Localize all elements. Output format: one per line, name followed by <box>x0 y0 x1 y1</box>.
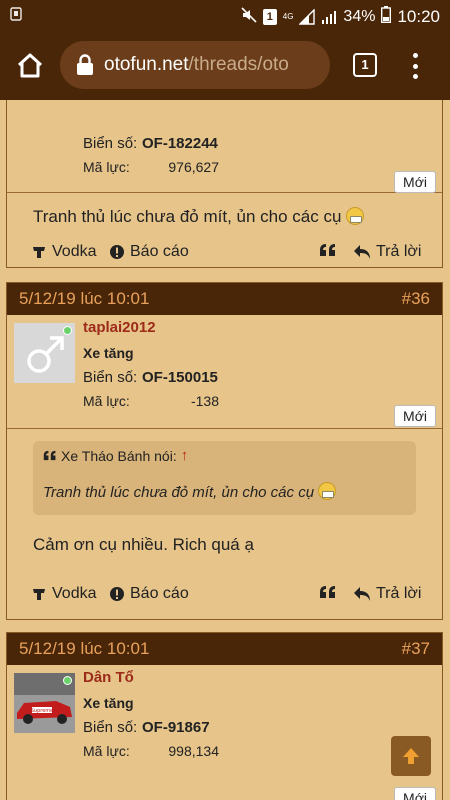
plate-label: Biển số: <box>83 369 138 386</box>
reply-icon <box>354 587 370 601</box>
go-to-quote-arrow-icon[interactable]: ↑ <box>181 447 189 464</box>
username-link[interactable]: taplai2012 <box>83 319 156 336</box>
network-type-label: 4G <box>282 12 294 21</box>
new-badge: Mới <box>394 405 436 427</box>
user-title: Xe tăng <box>83 695 134 711</box>
post-message: Tranh thủ lúc chưa đỏ mít, ủn cho các cụ <box>7 207 442 227</box>
post-message: Cảm ơn cụ nhiều. Rich quá ạ <box>33 535 254 554</box>
post-header: 5/12/19 lúc 10:01 #36 <box>7 283 442 315</box>
clock: 10:20 <box>397 7 440 26</box>
tab-switcher-button[interactable]: 1 <box>353 53 377 77</box>
horsepower-label: Mã lực: <box>83 159 130 175</box>
vodka-button[interactable]: Vodka <box>31 585 96 603</box>
quote-icon <box>43 450 56 461</box>
quote-icon <box>320 244 335 256</box>
svg-text:Supreme: Supreme <box>31 708 54 714</box>
url-path: /threads/oto <box>188 54 289 75</box>
mute-icon <box>241 6 257 28</box>
post-35: Biển số: OF-182244 Mã lực: 976,627 Mới T… <box>6 100 443 268</box>
reply-button[interactable]: Trả lời <box>353 585 421 603</box>
battery-level: 34% <box>343 8 376 25</box>
post-actions: Vodka Báo cáo Trả lời <box>7 585 442 609</box>
screenshot-icon <box>10 7 22 24</box>
quote-button[interactable] <box>319 585 337 599</box>
status-bar: 1 4G 34% 10:20 <box>0 0 450 32</box>
post-number[interactable]: #37 <box>402 639 430 659</box>
horsepower-value: 998,134 <box>168 743 219 759</box>
alert-icon <box>110 587 124 601</box>
plate-label: Biển số: <box>83 135 138 152</box>
arrow-up-icon <box>403 748 419 764</box>
address-bar[interactable]: otofun.net/threads/oto <box>60 41 330 89</box>
browser-menu-button[interactable] <box>405 50 425 82</box>
plate-number: OF-150015 <box>142 369 218 386</box>
plate-label: Biển số: <box>83 719 138 736</box>
plate-number: OF-182244 <box>142 135 218 152</box>
grin-emoji-icon <box>318 482 337 500</box>
post-header: 5/12/19 lúc 10:01 #37 <box>7 633 442 665</box>
scroll-to-top-button[interactable] <box>391 736 431 776</box>
plate-number: OF-91867 <box>142 719 210 736</box>
quote-button[interactable] <box>319 243 337 257</box>
home-button[interactable] <box>14 50 46 82</box>
avatar[interactable] <box>14 323 75 383</box>
reply-button[interactable]: Trả lời <box>353 243 421 261</box>
horsepower-label: Mã lực: <box>83 393 130 409</box>
url-host: otofun.net <box>104 54 189 75</box>
user-title: Xe tăng <box>83 345 134 361</box>
home-icon <box>17 53 43 78</box>
horsepower-value: -138 <box>190 393 219 409</box>
battery-icon <box>381 6 392 28</box>
horsepower-value: 976,627 <box>168 159 219 175</box>
new-badge: Mới <box>394 171 436 193</box>
avatar[interactable]: Supreme <box>14 673 75 733</box>
signal-icon <box>298 8 316 25</box>
quote-icon <box>320 586 335 598</box>
post-number[interactable]: #36 <box>402 289 430 309</box>
horsepower-label: Mã lực: <box>83 743 130 759</box>
quote-text: Tranh thủ lúc chưa đỏ mít, ủn cho các cụ <box>43 482 406 501</box>
online-indicator <box>63 676 72 685</box>
new-badge: Mới <box>394 787 436 800</box>
signal-icon-2 <box>321 9 337 25</box>
post-36: 5/12/19 lúc 10:01 #36 taplai2012 Xe tăng… <box>6 282 443 620</box>
username-link[interactable]: Dân Tổ <box>83 669 134 686</box>
post-37: 5/12/19 lúc 10:01 #37 Supreme Dân Tổ Xe … <box>6 632 443 800</box>
thread-content: Biển số: OF-182244 Mã lực: 976,627 Mới T… <box>0 100 450 800</box>
notification-count-badge: 1 <box>262 9 277 25</box>
browser-toolbar: otofun.net/threads/oto 1 <box>0 32 450 100</box>
user-info: Supreme Dân Tổ Xe tăng Biển số: OF-91867… <box>7 665 442 800</box>
quote-block: Xe Tháo Bánh nói: ↑ Tranh thủ lúc chưa đ… <box>33 441 416 515</box>
vodka-button[interactable]: Vodka <box>31 243 96 261</box>
post-date[interactable]: 5/12/19 lúc 10:01 <box>19 639 149 659</box>
report-button[interactable]: Báo cáo <box>109 243 189 261</box>
vodka-icon <box>33 589 45 600</box>
lock-icon <box>77 54 93 75</box>
grin-emoji-icon <box>346 207 365 225</box>
alert-icon <box>110 245 124 259</box>
post-date[interactable]: 5/12/19 lúc 10:01 <box>19 289 149 309</box>
quote-author: Xe Tháo Bánh nói: <box>61 447 177 464</box>
reply-icon <box>354 245 370 259</box>
report-button[interactable]: Báo cáo <box>109 585 189 603</box>
post-actions: Vodka Báo cáo Trả lời <box>7 243 442 267</box>
online-indicator <box>63 326 72 335</box>
vodka-icon <box>33 247 45 258</box>
user-info: taplai2012 Xe tăng Biển số: OF-150015 Mã… <box>7 315 442 429</box>
